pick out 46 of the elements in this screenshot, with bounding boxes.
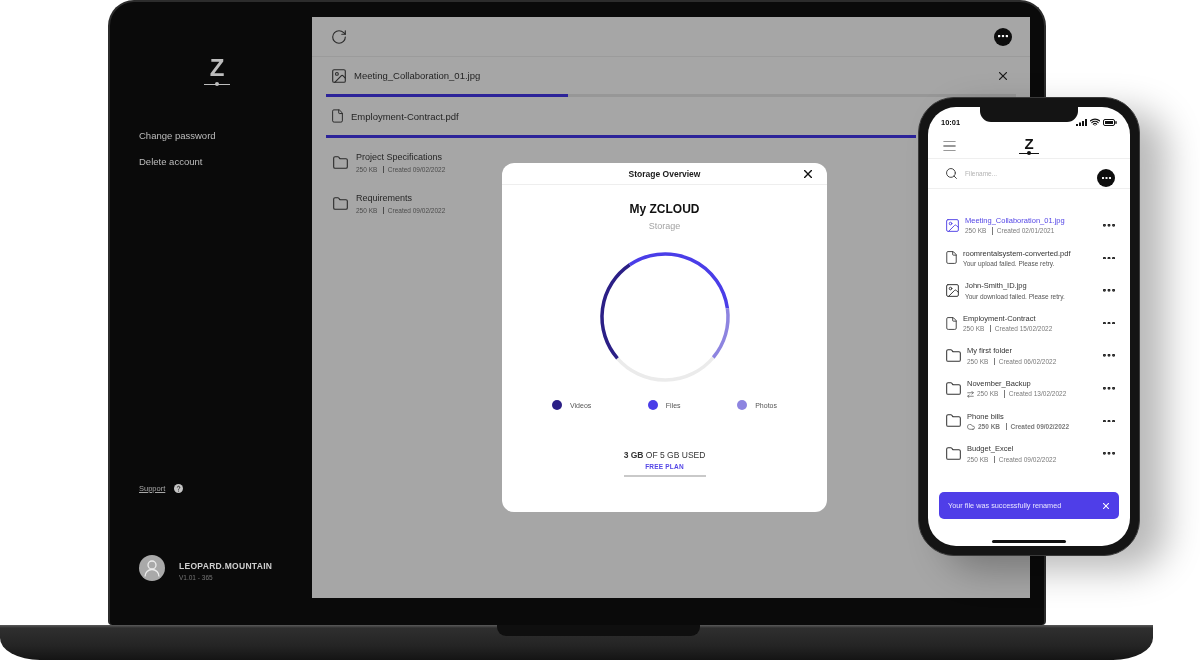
logo: Z	[204, 56, 230, 86]
user-name: LEOPARD.MOUNTAIN	[179, 561, 273, 571]
file-icon	[946, 316, 957, 330]
storage-subheading: Storage	[648, 221, 681, 231]
folder-icon	[946, 349, 961, 363]
folder-icon	[946, 446, 961, 460]
signal-icon	[1076, 118, 1087, 126]
close-icon[interactable]	[804, 169, 812, 178]
avatar-icon	[139, 555, 165, 581]
more-icon[interactable]	[1103, 321, 1115, 325]
folder-name[interactable]: Requirements	[356, 192, 413, 203]
more-icon[interactable]	[1103, 289, 1115, 292]
more-icon[interactable]	[1103, 224, 1115, 227]
search-icon	[946, 168, 957, 179]
modal-title: Storage Overview	[628, 168, 701, 179]
more-icon	[998, 35, 1008, 38]
usage-text: 3 GB OF 5 GB USED	[623, 450, 706, 460]
file-name: Meeting_Collaboration_01.jpg	[354, 70, 481, 81]
more-icon[interactable]	[1103, 354, 1115, 357]
folder-icon	[946, 381, 961, 395]
sidebar-link[interactable]: Change password	[139, 130, 216, 142]
file-icon	[332, 109, 343, 123]
folder-name[interactable]: Project Specifications	[356, 151, 443, 162]
image-icon	[946, 218, 959, 232]
folder-icon	[946, 414, 961, 428]
refresh-icon[interactable]	[332, 29, 346, 44]
file-icon	[946, 251, 957, 265]
close-icon[interactable]	[999, 71, 1007, 80]
more-icon[interactable]	[1103, 256, 1115, 260]
folder-icon	[333, 197, 348, 210]
file-name: Employment-Contract.pdf	[351, 110, 459, 122]
folder-icon	[333, 156, 348, 169]
more-button[interactable]	[994, 27, 1012, 46]
logo: Z	[1019, 136, 1039, 155]
menu-icon[interactable]	[941, 140, 958, 151]
image-icon	[332, 68, 346, 83]
more-icon[interactable]	[1103, 419, 1115, 423]
storage-heading: My ZCLOUD	[629, 202, 700, 216]
sidebar-link[interactable]: Delete account	[139, 156, 203, 168]
more-icon[interactable]	[1103, 452, 1115, 455]
more-icon[interactable]	[1103, 386, 1115, 390]
help-icon[interactable]	[174, 484, 184, 493]
wifi-icon	[1090, 118, 1100, 126]
battery-icon	[1103, 118, 1117, 126]
image-icon	[946, 284, 959, 297]
more-button[interactable]	[1097, 169, 1115, 187]
